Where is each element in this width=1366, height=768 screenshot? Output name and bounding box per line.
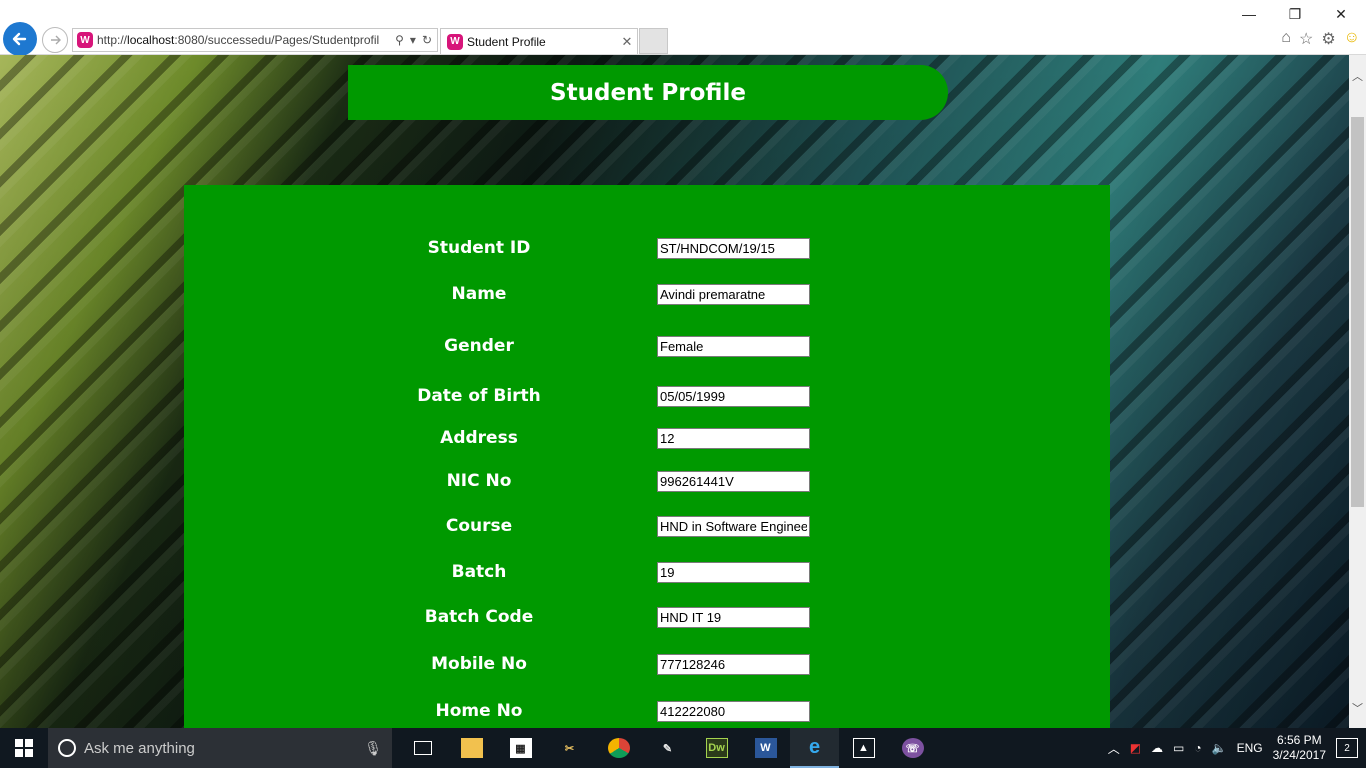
minimize-button[interactable]: — <box>1226 4 1272 24</box>
internet-explorer-icon[interactable]: e <box>790 728 839 768</box>
forward-arrow-icon <box>51 35 61 45</box>
field-nic-no: NIC No <box>184 470 1110 492</box>
address-input[interactable] <box>657 428 810 449</box>
onedrive-icon[interactable]: ☁ <box>1151 741 1163 755</box>
wifi-icon[interactable]: ◔ <box>1194 741 1201 755</box>
volume-icon[interactable]: 🔈 <box>1212 741 1227 755</box>
word-icon[interactable]: W <box>741 728 790 768</box>
settings-gear-icon[interactable]: ⚙ <box>1321 29 1335 49</box>
file-explorer-icon[interactable] <box>447 728 496 768</box>
new-tab-button[interactable] <box>639 28 668 54</box>
clock[interactable]: 6:56 PM 3/24/2017 <box>1273 733 1326 763</box>
field-gender: Gender <box>184 335 1110 357</box>
nic-no-input[interactable] <box>657 471 810 492</box>
field-date-of-birth: Date of Birth <box>184 385 1110 407</box>
tab-favicon-icon: W <box>447 33 463 50</box>
acrobat-icon[interactable]: ◩ <box>1130 741 1141 755</box>
paint-icon[interactable]: ✎ <box>643 728 692 768</box>
field-label: NIC No <box>446 471 512 491</box>
close-window-button[interactable]: ✕ <box>1318 4 1364 24</box>
field-batch: Batch <box>184 561 1110 583</box>
date-of-birth-input[interactable] <box>657 386 810 407</box>
field-address: Address <box>184 427 1110 449</box>
field-label: Course <box>445 516 513 536</box>
field-label: Mobile No <box>431 654 527 674</box>
windows-logo-icon <box>15 739 33 757</box>
notification-center-icon[interactable]: 2 <box>1336 738 1358 758</box>
field-label: Date of Birth <box>417 386 541 406</box>
name-input[interactable] <box>657 284 810 305</box>
cortana-search-box[interactable]: Ask me anything 🎙 <box>48 728 392 768</box>
scrollbar-thumb[interactable] <box>1351 117 1364 507</box>
field-mobile-no: Mobile No <box>184 653 1110 675</box>
vertical-scrollbar[interactable]: ︿ ﹀ <box>1349 55 1366 728</box>
favorites-star-icon[interactable]: ☆ <box>1299 29 1313 49</box>
scroll-up-icon[interactable]: ︿ <box>1349 67 1366 84</box>
url-text[interactable]: http://localhost:8080/successedu/Pages/S… <box>97 33 395 47</box>
viber-icon[interactable]: ☏ <box>888 728 937 768</box>
browser-tools: ⌂ ☆ ⚙ ☺ <box>1281 29 1360 49</box>
field-label: Home No <box>435 701 523 721</box>
field-label: Gender <box>444 336 514 356</box>
back-arrow-icon <box>12 32 27 46</box>
field-course: Course <box>184 515 1110 537</box>
microphone-icon[interactable]: 🎙 <box>364 740 382 757</box>
batch-code-input[interactable] <box>657 607 810 628</box>
field-label: Name <box>451 284 507 304</box>
search-placeholder: Ask me anything <box>84 739 195 757</box>
restore-button[interactable]: ❐ <box>1272 4 1318 24</box>
taskbar: Ask me anything 🎙 ▦ ✂ ✎ Dw W e ▲ ☏ ︿ ◩ ☁… <box>0 728 1366 768</box>
feedback-smiley-icon[interactable]: ☺ <box>1344 29 1360 49</box>
tab-title: Student Profile <box>467 34 546 49</box>
browser-chrome: — ❐ ✕ W http://localhost:8080/successedu… <box>0 0 1366 56</box>
mobile-no-input[interactable] <box>657 654 810 675</box>
dropdown-icon[interactable]: ▾ <box>410 33 416 47</box>
home-icon[interactable]: ⌂ <box>1281 29 1291 49</box>
battery-icon[interactable]: ▭ <box>1173 741 1184 755</box>
language-indicator[interactable]: ENG <box>1237 741 1263 755</box>
photos-icon[interactable]: ▲ <box>839 728 888 768</box>
clock-time: 6:56 PM <box>1276 733 1322 747</box>
close-tab-icon[interactable]: ✕ <box>617 34 637 50</box>
start-button[interactable] <box>0 728 48 768</box>
home-no-input[interactable] <box>657 701 810 722</box>
field-label: Student ID <box>427 238 531 258</box>
search-icon[interactable]: ⚲ <box>395 33 404 47</box>
field-label: Batch <box>451 562 507 582</box>
page-title: Student Profile <box>348 65 948 120</box>
field-label: Batch Code <box>424 607 534 627</box>
chrome-icon[interactable] <box>594 728 643 768</box>
tab-student-profile[interactable]: W Student Profile ✕ <box>440 28 638 54</box>
forward-button[interactable] <box>42 27 68 53</box>
cortana-icon <box>58 739 76 757</box>
tools-icon[interactable]: ✂ <box>545 728 594 768</box>
address-bar[interactable]: W http://localhost:8080/successedu/Pages… <box>72 28 438 52</box>
field-label: Address <box>440 428 518 448</box>
page-viewport: Student Profile Student ID Name Gender D… <box>0 55 1349 728</box>
dreamweaver-icon[interactable]: Dw <box>692 728 741 768</box>
field-home-no: Home No <box>184 700 1110 722</box>
back-button[interactable] <box>3 22 37 56</box>
gender-input[interactable] <box>657 336 810 357</box>
student-id-input[interactable] <box>657 238 810 259</box>
task-view-icon[interactable] <box>398 728 447 768</box>
scroll-down-icon[interactable]: ﹀ <box>1349 699 1366 716</box>
show-hidden-icons-icon[interactable]: ︿ <box>1108 740 1120 757</box>
window-controls: — ❐ ✕ <box>1226 4 1364 24</box>
profile-form: Student ID Name Gender Date of Birth Add… <box>184 185 1110 728</box>
refresh-icon[interactable]: ↻ <box>422 33 432 47</box>
clock-date: 3/24/2017 <box>1272 748 1326 762</box>
field-student-id: Student ID <box>184 237 1110 259</box>
site-favicon-icon: W <box>77 32 93 48</box>
field-batch-code: Batch Code <box>184 606 1110 628</box>
field-name: Name <box>184 283 1110 305</box>
course-input[interactable] <box>657 516 810 537</box>
store-icon[interactable]: ▦ <box>496 728 545 768</box>
system-tray: ︿ ◩ ☁ ▭ ◔ 🔈 ENG 6:56 PM 3/24/2017 2 <box>1108 733 1366 763</box>
batch-input[interactable] <box>657 562 810 583</box>
